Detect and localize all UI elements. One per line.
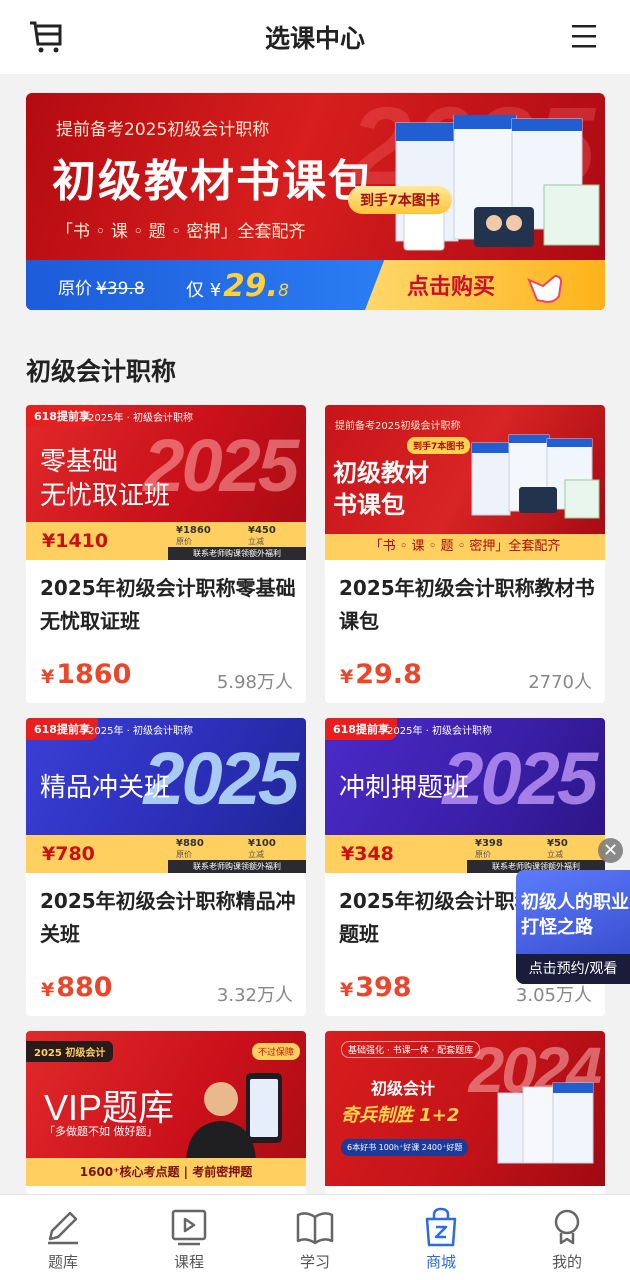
- nav-item-profile[interactable]: 我的: [504, 1195, 630, 1280]
- books-illustration-icon: [471, 434, 600, 519]
- nav-label: 学习: [299, 1253, 330, 1271]
- course-price: ¥398: [340, 972, 412, 1003]
- thumb-tag: 2025 初级会计: [26, 1041, 114, 1062]
- nav-label: 商城: [425, 1253, 456, 1271]
- promo-banner[interactable]: 2025 提前备考2025初级会计职称 初级教材书课包 「书 ◦ 课 ◦ 题 ◦…: [26, 93, 605, 310]
- thumb-title-line2: 奇兵制胜 1+2: [341, 1105, 460, 1126]
- thumb-title-line1: 初级教材: [333, 458, 429, 487]
- thumb-discount: ¥100 立减: [248, 838, 276, 859]
- banner-subtitle: 提前备考2025初级会计职称: [56, 120, 270, 140]
- buy-now-button[interactable]: 点击购买: [365, 260, 605, 310]
- thumb-orig-price: ¥1860 原价: [176, 525, 211, 546]
- sale-price: 仅 ¥29.8: [186, 268, 289, 304]
- course-name[interactable]: 2025年初级会计职称教材书课包: [339, 572, 595, 638]
- thumb-price-strip: ¥1410 ¥1860 原价 ¥450 立减 联系老师购课领额外福利: [26, 522, 306, 560]
- page-title: 选课中心: [264, 24, 365, 53]
- teacher-photo-icon: [186, 1073, 282, 1161]
- shopping-bag-icon: [425, 1207, 457, 1247]
- course-price: ¥880: [41, 972, 113, 1003]
- thumb-slogan: 「多做题不如 做好题」: [44, 1125, 158, 1138]
- close-ad-button[interactable]: ✕: [598, 838, 623, 863]
- section-title: 初级会计职称: [26, 357, 177, 386]
- course-thumbnail: 2024 基础强化 · 书课一体 · 配套题库 初级会计 奇兵制胜 1+2 6本…: [325, 1031, 605, 1186]
- hamburger-menu-icon[interactable]: [570, 22, 598, 50]
- thumb-price-strip: ¥348 ¥398 原价 ¥50 立减 联系老师购课领额外福利: [325, 835, 605, 873]
- course-card[interactable]: 618提前享 2025年 · 初级会计职称 2025 零基础 无忧取证班 ¥14…: [26, 405, 306, 703]
- original-price: 原价 ¥39.8: [58, 279, 145, 299]
- bottom-nav: 题库 课程 学习 商城 我的: [0, 1194, 630, 1280]
- course-thumbnail: 618提前享 2025年 · 初级会计职称 2025 冲刺押题班 ¥348 ¥3…: [325, 718, 605, 873]
- nav-label: 我的: [551, 1253, 582, 1271]
- course-card[interactable]: 618提前享 2025年 · 初级会计职称 2025 精品冲关班 ¥780 ¥8…: [26, 718, 306, 1016]
- thumb-orig-price: ¥880 原价: [176, 838, 204, 859]
- course-card[interactable]: 提前备考2025初级会计职称 初级教材 书课包 到手7本图书 「书 ◦ 课 ◦ …: [325, 405, 605, 703]
- nav-item-courses[interactable]: 课程: [126, 1195, 252, 1280]
- thumb-discount: ¥450 立减: [248, 525, 276, 546]
- thumb-badge: 到手7本图书: [407, 437, 471, 454]
- nav-label: 课程: [173, 1253, 204, 1271]
- shopping-cart-icon[interactable]: [28, 20, 64, 54]
- thumb-footer: 「书 ◦ 课 ◦ 题 ◦ 密押」全套配齐: [369, 539, 561, 554]
- pen-icon: [48, 1211, 78, 1245]
- thumb-footer-strip: 「书 ◦ 课 ◦ 题 ◦ 密押」全套配齐: [325, 534, 605, 560]
- thumb-year-label: 2025年 · 初级会计职称: [88, 413, 193, 424]
- thumb-footer: 联系老师购课领额外福利: [168, 860, 306, 873]
- thumb-footer: 1600⁺核心考点题 | 考前密押题: [79, 1165, 253, 1179]
- thumb-year-label: 2025年 · 初级会计职称: [88, 726, 193, 737]
- play-icon: [171, 1209, 207, 1246]
- thumb-footer-strip: 1600⁺核心考点题 | 考前密押题: [26, 1158, 306, 1186]
- course-price: ¥29.8: [340, 659, 422, 690]
- books-illustration-icon: [497, 1082, 594, 1164]
- thumb-discount: ¥50 立减: [547, 838, 568, 859]
- thumb-price-strip: ¥780 ¥880 原价 ¥100 立减 联系老师购课领额外福利: [26, 835, 306, 873]
- floating-ad[interactable]: 初级人的职业 打怪之路 点击预约/观看: [516, 870, 630, 984]
- thumb-title-line1: 精品冲关班: [40, 773, 171, 803]
- thumb-corner-tag: 不过保障: [251, 1043, 300, 1060]
- book-icon: [296, 1212, 334, 1245]
- course-price: ¥1860: [41, 659, 132, 690]
- learner-count: 5.98万人: [216, 672, 293, 693]
- learner-count: 3.32万人: [216, 985, 293, 1006]
- thumb-sale-price: ¥348: [341, 843, 394, 865]
- thumb-sale-price: ¥780: [42, 843, 95, 865]
- thumb-title-line1: 零基础: [40, 447, 119, 477]
- thumb-sale-price: ¥1410: [42, 530, 109, 552]
- ad-cta[interactable]: 点击预约/观看: [516, 954, 630, 984]
- nav-item-study[interactable]: 学习: [252, 1195, 378, 1280]
- course-thumbnail: 618提前享 2025年 · 初级会计职称 2025 精品冲关班 ¥780 ¥8…: [26, 718, 306, 873]
- course-name[interactable]: 2025年初级会计职称精品冲关班: [40, 885, 296, 951]
- course-card[interactable]: 2024 基础强化 · 书课一体 · 配套题库 初级会计 奇兵制胜 1+2 6本…: [325, 1031, 605, 1194]
- course-thumbnail: 提前备考2025初级会计职称 初级教材 书课包 到手7本图书 「书 ◦ 课 ◦ …: [325, 405, 605, 560]
- banner-features: 「书 ◦ 课 ◦ 题 ◦ 密押」全套配齐: [56, 222, 306, 242]
- course-thumbnail: 618提前享 2025年 · 初级会计职称 2025 零基础 无忧取证班 ¥14…: [26, 405, 306, 560]
- thumb-subtitle: 基础强化 · 书课一体 · 配套题库: [341, 1041, 481, 1058]
- nav-item-question-bank[interactable]: 题库: [0, 1195, 126, 1280]
- thumb-orig-price: ¥398 原价: [475, 838, 503, 859]
- thumb-title-line1: 初级会计: [371, 1079, 436, 1098]
- nav-item-mall[interactable]: 商城: [378, 1195, 504, 1280]
- course-name[interactable]: 2025年初级会计职称零基础无忧取证班: [40, 572, 296, 638]
- nav-label: 题库: [47, 1253, 78, 1271]
- books-count-badge: 到手7本图书: [348, 186, 452, 214]
- thumb-title-line1: 冲刺押题班: [339, 773, 470, 803]
- course-card[interactable]: 2025 初级会计 不过保障 VIP题库 「多做题不如 做好题」 1600⁺核心…: [26, 1031, 306, 1194]
- ad-line1: 初级人的职业 打怪之路: [521, 892, 629, 938]
- learner-count: 2770人: [528, 672, 592, 693]
- thumb-year-label: 2025年 · 初级会计职称: [387, 726, 492, 737]
- course-thumbnail: 2025 初级会计 不过保障 VIP题库 「多做题不如 做好题」 1600⁺核心…: [26, 1031, 306, 1186]
- thumb-footer: 联系老师购课领额外福利: [168, 547, 306, 560]
- learner-count: 3.05万人: [515, 985, 592, 1006]
- thumb-badge: 6本好书 100h⁺好课 2400⁺好题: [341, 1139, 469, 1156]
- user-icon: [554, 1209, 580, 1245]
- thumb-subtitle: 提前备考2025初级会计职称: [335, 421, 461, 432]
- thumb-title-line2: 书课包: [333, 490, 405, 519]
- pointing-hand-icon: [527, 274, 563, 304]
- banner-title: 初级教材书课包: [52, 156, 374, 207]
- thumb-title-line2: 无忧取证班: [40, 481, 171, 511]
- top-bar: 选课中心: [0, 0, 630, 74]
